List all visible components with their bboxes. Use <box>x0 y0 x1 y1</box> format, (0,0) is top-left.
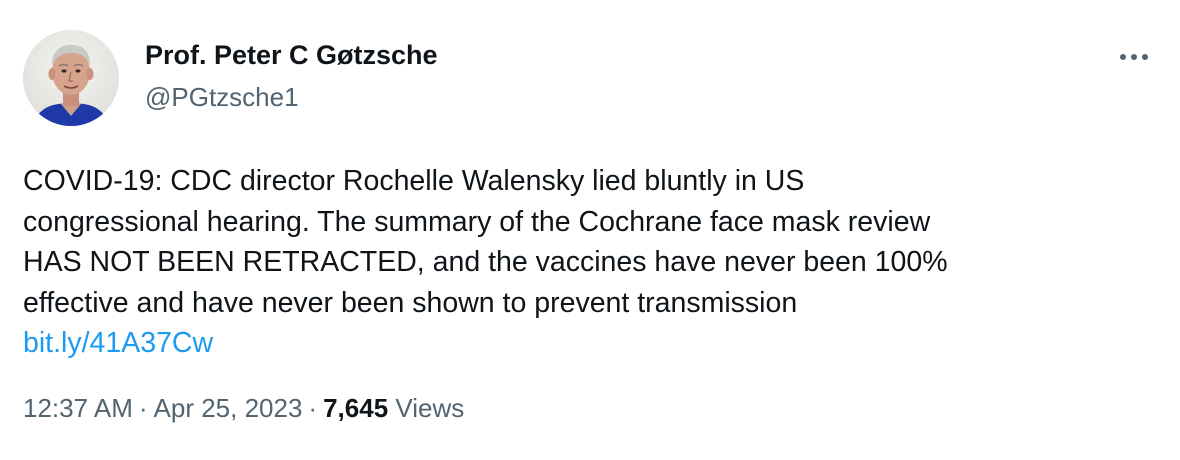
author-display-name[interactable]: Prof. Peter C Gøtzsche <box>145 40 438 71</box>
tweet-text-line: effective and have never been shown to p… <box>23 286 798 319</box>
separator-dot: · <box>308 393 318 423</box>
tweet-text-line: congressional hearing. The summary of th… <box>23 205 931 238</box>
author-handle[interactable]: @PGtzsche1 <box>145 82 299 113</box>
separator-dot: · <box>138 393 148 423</box>
views-label: Views <box>395 393 465 423</box>
tweet-text-line: COVID-19: CDC director Rochelle Walensky… <box>23 165 805 197</box>
tweet-meta: 12:37 AM · Apr 25, 2023 · 7,645 Views <box>23 393 464 424</box>
avatar[interactable] <box>23 30 119 126</box>
tweet-text-line: HAS NOT BEEN RETRACTED, and the vaccines… <box>23 246 948 278</box>
tweet-time[interactable]: 12:37 AM <box>23 393 133 423</box>
tweet-date[interactable]: Apr 25, 2023 <box>154 393 303 423</box>
tweet-link[interactable]: bit.ly/41A37Cw <box>23 323 1143 364</box>
profile-photo-icon <box>23 30 119 126</box>
ellipsis-icon <box>1120 54 1148 60</box>
tweet-card: Prof. Peter C Gøtzsche @PGtzsche1 COVID-… <box>0 0 1180 460</box>
more-options-button[interactable] <box>1112 42 1156 72</box>
views-count[interactable]: 7,645 <box>323 393 388 423</box>
tweet-text: COVID-19: CDC director Rochelle Walensky… <box>23 161 1143 364</box>
